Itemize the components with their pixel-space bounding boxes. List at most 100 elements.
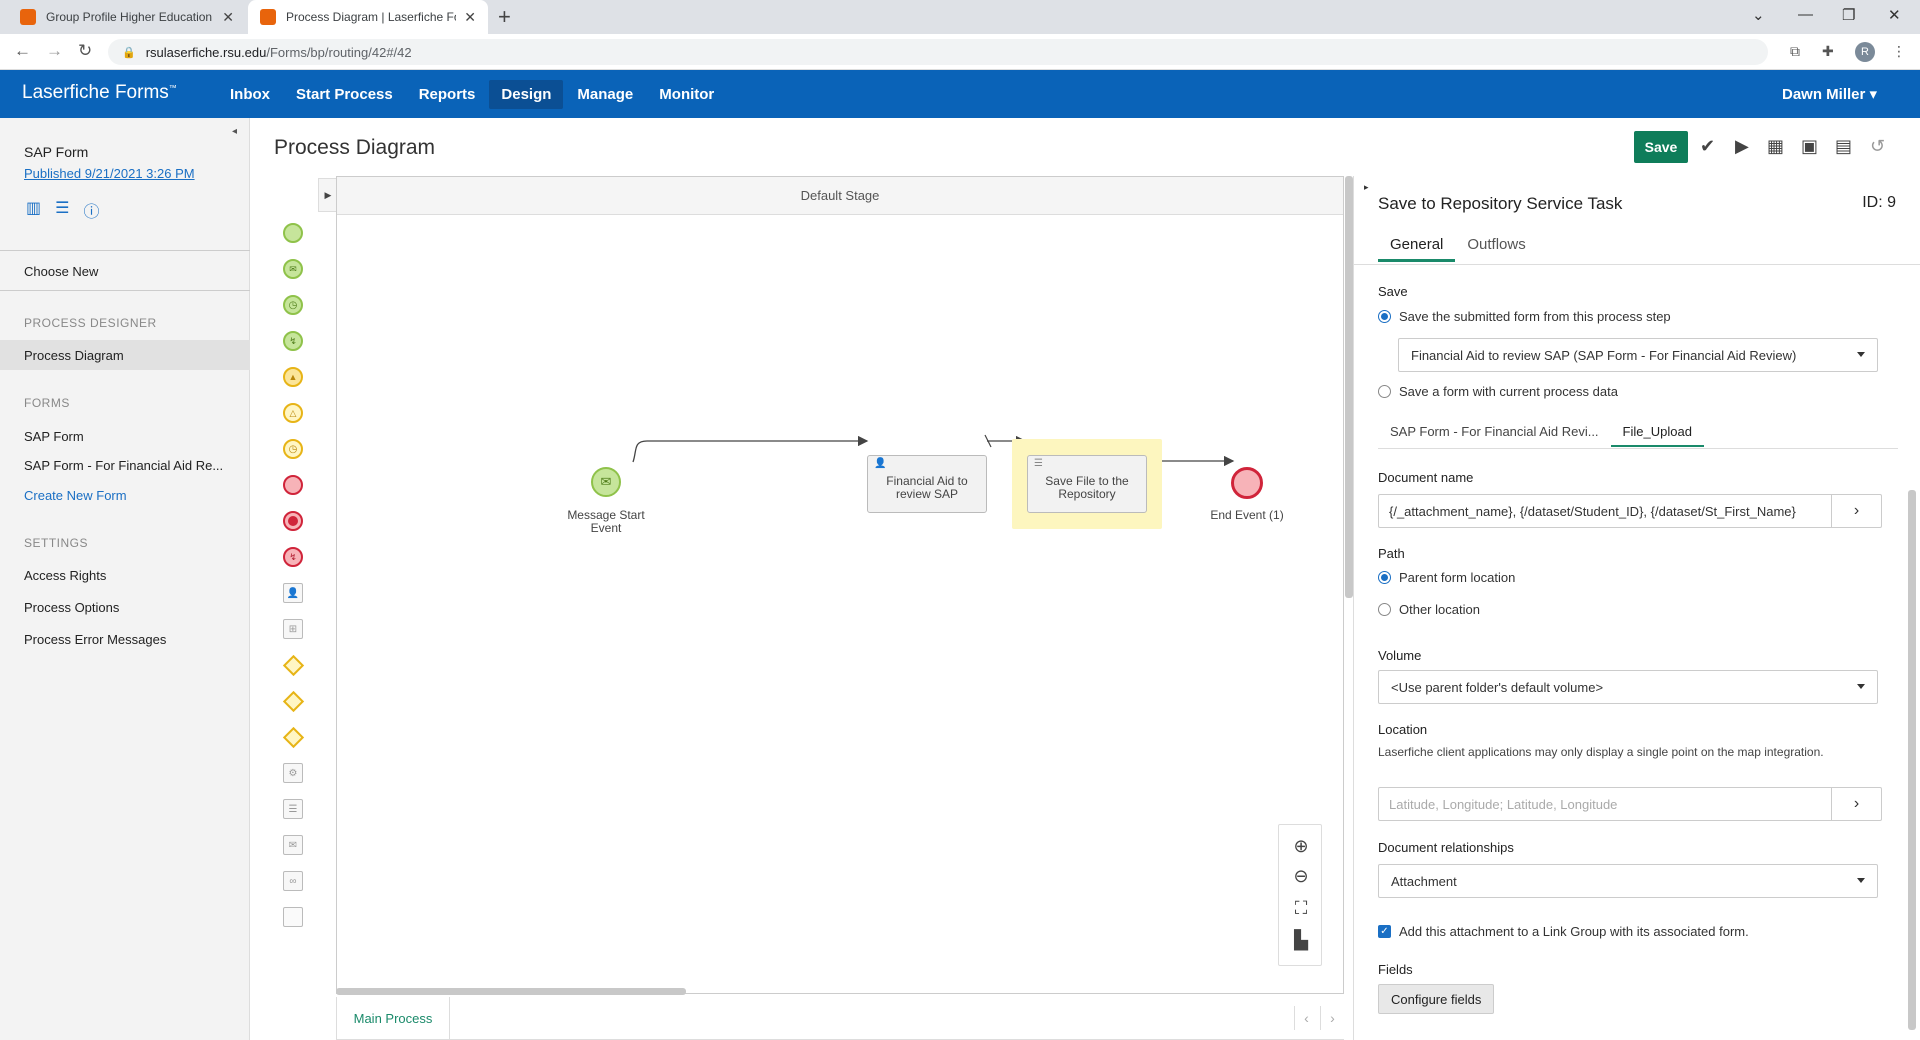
bar-chart-icon[interactable]: ▥ — [26, 198, 41, 222]
fit-to-screen-icon[interactable]: ⛶ — [1290, 897, 1312, 919]
new-tab-icon[interactable]: + — [498, 4, 511, 30]
message-start-event[interactable]: ✉ — [591, 467, 621, 497]
zoom-in-icon[interactable]: ⊕ — [1290, 835, 1312, 857]
radio-save-submitted[interactable]: Save the submitted form from this proces… — [1378, 309, 1671, 324]
palette-escalation-intermediate[interactable]: ▲ — [282, 366, 304, 388]
validate-check-icon[interactable]: ✔ — [1700, 136, 1715, 157]
nav-design[interactable]: Design — [489, 79, 564, 109]
clipboard-icon[interactable]: ▤ — [1835, 136, 1852, 157]
palette-message-start[interactable]: ✉ — [282, 258, 304, 280]
browser-tab-process-diagram[interactable]: Process Diagram | Laserfiche For ✕ — [248, 0, 488, 34]
grid-icon[interactable]: ▦ — [1767, 136, 1784, 157]
forward-icon[interactable]: → — [46, 41, 63, 61]
reload-icon[interactable]: ↻ — [78, 41, 92, 61]
palette-error-end[interactable]: ↯ — [282, 546, 304, 568]
submitted-form-select[interactable]: Financial Aid to review SAP (SAP Form - … — [1398, 338, 1878, 372]
form-tab-file-upload[interactable]: File_Upload — [1610, 424, 1704, 447]
end-event[interactable] — [1231, 467, 1263, 499]
palette-annotation[interactable] — [282, 906, 304, 928]
browser-tab-group-profile[interactable]: Group Profile Higher Education - ✕ — [8, 0, 246, 34]
puzzle-icon[interactable]: ✚ — [1822, 43, 1834, 60]
palette-parallel-gateway[interactable] — [282, 726, 304, 748]
radio-button[interactable] — [1378, 385, 1391, 398]
radio-other-location[interactable]: Other location — [1378, 602, 1480, 617]
palette-inclusive-gateway[interactable] — [282, 690, 304, 712]
panel-scrollbar[interactable] — [1908, 490, 1916, 1030]
create-new-form-link[interactable]: Create New Form — [24, 488, 127, 503]
minimap-icon[interactable]: ▙ — [1290, 929, 1312, 951]
save-button[interactable]: Save — [1634, 131, 1688, 163]
palette-signal-start[interactable]: ↯ — [282, 330, 304, 352]
palette-exclusive-gateway[interactable] — [282, 654, 304, 676]
radio-button-selected[interactable] — [1378, 310, 1391, 323]
zoom-out-icon[interactable]: ⊖ — [1290, 865, 1312, 887]
checkbox-checked[interactable]: ✓ — [1378, 925, 1391, 938]
radio-button[interactable] — [1378, 603, 1391, 616]
minimize-icon[interactable]: — — [1798, 6, 1813, 23]
palette-subprocess[interactable]: ⊞ — [282, 618, 304, 640]
sidebar-item-process-error-messages[interactable]: Process Error Messages — [24, 632, 166, 647]
prev-tab-icon[interactable]: ‹ — [1294, 1006, 1318, 1030]
menu-icon[interactable]: ⋮ — [1892, 43, 1906, 60]
volume-select[interactable]: <Use parent folder's default volume> — [1378, 670, 1878, 704]
expand-palette-toggle[interactable]: ▶ — [318, 178, 338, 212]
info-icon[interactable]: ⓘ — [83, 198, 99, 222]
close-tab-icon[interactable]: ✕ — [464, 9, 476, 26]
palette-user-task[interactable]: 👤 — [282, 582, 304, 604]
document-name-token-button[interactable]: › — [1832, 494, 1882, 528]
run-play-icon[interactable]: ▶ — [1735, 136, 1749, 157]
radio-button-selected[interactable] — [1378, 571, 1391, 584]
form-tab-sap-financial-aid[interactable]: SAP Form - For Financial Aid Revi... — [1378, 424, 1611, 447]
nav-reports[interactable]: Reports — [407, 80, 488, 109]
published-link[interactable]: Published 9/21/2021 3:26 PM — [24, 166, 195, 181]
canvas-horizontal-scrollbar[interactable] — [336, 988, 686, 995]
radio-save-current[interactable]: Save a form with current process data — [1378, 384, 1618, 399]
radio-parent-location[interactable]: Parent form location — [1378, 570, 1515, 585]
tab-general[interactable]: General — [1378, 236, 1456, 262]
sidebar-item-process-diagram[interactable]: Process Diagram — [24, 348, 124, 363]
sidebar-item-process-options[interactable]: Process Options — [24, 600, 119, 615]
process-canvas[interactable]: Default Stage ✉ Message Start Event 👤 Fi… — [336, 176, 1344, 994]
palette-terminate-end[interactable] — [282, 510, 304, 532]
next-tab-icon[interactable]: › — [1320, 1006, 1344, 1030]
back-icon[interactable]: ← — [14, 41, 31, 61]
collapse-panel-icon[interactable]: ▸ — [1364, 182, 1369, 193]
profile-avatar[interactable]: R — [1855, 42, 1875, 62]
palette-link-task[interactable]: ∞ — [282, 870, 304, 892]
palette-service-task[interactable]: ⚙ — [282, 762, 304, 784]
collapse-sidebar-icon[interactable]: ◂ — [232, 126, 237, 137]
sidebar-item-sap-form-financial-aid[interactable]: SAP Form - For Financial Aid Re... — [24, 458, 223, 473]
location-input[interactable]: Latitude, Longitude; Latitude, Longitude — [1378, 787, 1832, 821]
tab-search-icon[interactable]: ⌄ — [1752, 6, 1765, 24]
tab-outflows[interactable]: Outflows — [1455, 236, 1537, 262]
document-name-input[interactable]: {/_attachment_name}, {/dataset/Student_I… — [1378, 494, 1832, 528]
restore-icon[interactable]: ❐ — [1842, 6, 1855, 24]
document-relationships-select[interactable]: Attachment — [1378, 864, 1878, 898]
link-group-checkbox-row[interactable]: ✓ Add this attachment to a Link Group wi… — [1378, 924, 1749, 939]
choose-new[interactable]: Choose New — [24, 264, 98, 279]
task-financial-aid-review[interactable]: 👤 Financial Aid to review SAP — [867, 455, 987, 513]
configure-fields-button[interactable]: Configure fields — [1378, 984, 1495, 1014]
user-menu[interactable]: Dawn Miller ▾ — [1782, 85, 1877, 103]
extension-icon[interactable]: ⧉ — [1790, 43, 1800, 60]
canvas-vertical-scrollbar[interactable] — [1345, 176, 1353, 598]
palette-escalation-boundary[interactable]: △ — [282, 402, 304, 424]
nav-inbox[interactable]: Inbox — [218, 80, 282, 109]
nav-start-process[interactable]: Start Process — [284, 80, 405, 109]
palette-email-task[interactable]: ✉ — [282, 834, 304, 856]
palette-timer-start[interactable]: ◷ — [282, 294, 304, 316]
sequence-flow-1[interactable] — [632, 435, 869, 463]
undo-icon[interactable]: ↺ — [1870, 136, 1885, 157]
stage-header[interactable]: Default Stage — [337, 177, 1343, 215]
palette-save-to-repository[interactable]: ☰ — [282, 798, 304, 820]
palette-end-event[interactable] — [282, 474, 304, 496]
close-tab-icon[interactable]: ✕ — [222, 9, 234, 26]
palette-start-event[interactable] — [282, 222, 304, 244]
task-save-file-repository[interactable]: ☰ Save File to the Repository — [1027, 455, 1147, 513]
palette-timer-intermediate[interactable]: ◷ — [282, 438, 304, 460]
nav-manage[interactable]: Manage — [565, 80, 645, 109]
sidebar-item-access-rights[interactable]: Access Rights — [24, 568, 106, 583]
nav-monitor[interactable]: Monitor — [647, 80, 726, 109]
location-token-button[interactable]: › — [1832, 787, 1882, 821]
image-icon[interactable]: ▣ — [1801, 136, 1818, 157]
